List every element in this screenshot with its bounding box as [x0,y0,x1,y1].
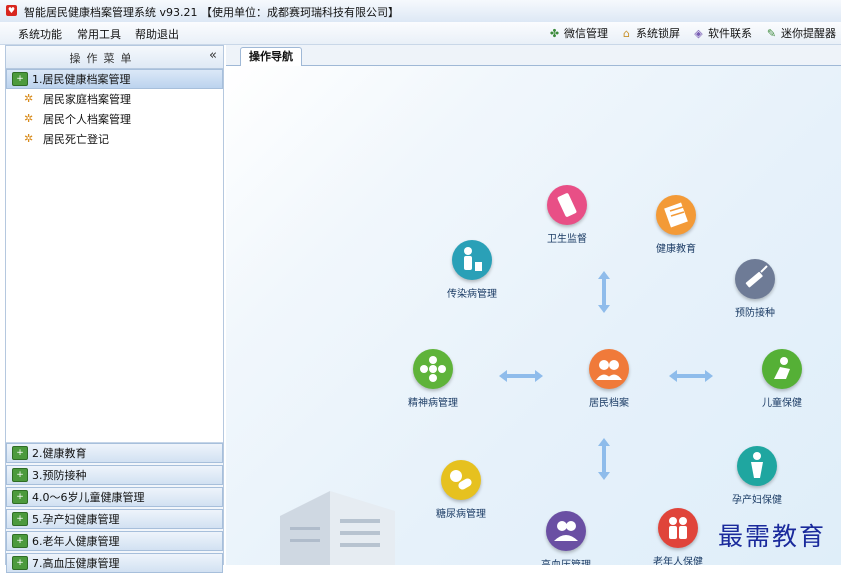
nav-label: 预防接种 [735,308,775,319]
system-lock-label: 系统锁屏 [636,27,680,40]
wechat-manage-label: 微信管理 [564,27,608,40]
up-down-arrow-icon [598,438,610,480]
phone-icon [547,185,587,225]
notebook-icon [656,195,696,235]
section-elderly-health[interactable]: + 6.老年人健康管理 [6,531,223,551]
nav-child-care[interactable]: 儿童保健 [732,349,832,409]
nav-diabetes[interactable]: 糖尿病管理 [411,460,511,520]
panel-title: 操作菜单 [69,52,138,65]
section-label: 6.老年人健康管理 [32,535,120,548]
section-health-education[interactable]: + 2.健康教育 [6,443,223,463]
gear-key-icon: ✲ [24,92,34,105]
nav-label: 卫生监督 [547,234,587,245]
section-label: 7.高血压健康管理 [32,557,120,570]
syringe-icon [735,259,775,299]
pill-icon [441,460,481,500]
sidebar-item-label: 居民个人档案管理 [43,113,131,126]
nav-label: 高血压管理 [516,556,616,565]
section-label: 3.预防接种 [32,469,87,482]
nav-label: 儿童保健 [762,398,802,409]
nav-mental-illness[interactable]: 精神病管理 [383,349,483,409]
nav-label: 健康教育 [656,244,696,255]
sidebar-item-label: 居民死亡登记 [43,133,109,146]
section-maternal-health[interactable]: + 5.孕产妇健康管理 [6,509,223,529]
section-folder-icon: + [12,468,28,482]
sidebar-item-death-registration[interactable]: ✲ 居民死亡登记 [6,129,223,149]
menu-common-tools[interactable]: 常用工具 [77,26,121,42]
software-contact-label: 软件联系 [708,27,752,40]
sidebar-item-family-records[interactable]: ✲ 居民家庭档案管理 [6,89,223,109]
wechat-manage-button[interactable]: ✤ 微信管理 [548,25,608,41]
people-icon [589,349,629,389]
nav-health-supervision[interactable]: 卫生监督 [517,185,617,245]
nav-maternal-care[interactable]: 孕产妇保健 [707,446,807,506]
nav-hypertension[interactable]: 高血压管理 [516,511,616,565]
collapsed-sections: + 2.健康教育 + 3.预防接种 + 4.0～6岁儿童健康管理 + 5.孕产妇… [6,443,223,575]
nav-label: 孕产妇保健 [732,495,782,506]
sidebar-item-personal-records[interactable]: ✲ 居民个人档案管理 [6,109,223,129]
window-title: 智能居民健康档案管理系统 v93.21 【使用单位：成都赛珂瑞科技有限公司】 [24,6,399,19]
up-down-arrow-icon [598,271,610,313]
gear-key-icon: ✲ [24,112,34,125]
nav-label: 居民档案 [589,398,629,409]
section-resident-health-records[interactable]: + 1.居民健康档案管理 [6,69,223,89]
section-hypertension[interactable]: + 7.高血压健康管理 [6,553,223,573]
nav-vaccination[interactable]: 预防接种 [705,259,805,319]
gear-key-icon: ✲ [24,132,34,145]
section-label: 5.孕产妇健康管理 [32,513,120,526]
software-contact-button[interactable]: ◈ 软件联系 [692,25,752,41]
nav-resident-records[interactable]: 居民档案 [559,349,659,409]
section-label: 1.居民健康档案管理 [32,73,131,86]
section-folder-icon: + [12,72,28,86]
nav-label: 传染病管理 [447,289,497,300]
tab-strip: 操作导航 [226,45,841,66]
panel-header: 操作菜单 « [6,46,223,69]
section-folder-icon: + [12,556,28,570]
section-label: 2.健康教育 [32,447,87,460]
nav-label: 精神病管理 [408,398,458,409]
left-right-arrow-icon [499,370,543,382]
nav-health-education[interactable]: 健康教育 [626,195,726,255]
app-icon: ♥ [6,5,17,16]
navigation-canvas: 居民档案 卫生监督 健康教育 传染病管理 预防接种 精神病管理 儿童保健 糖尿病… [226,66,841,565]
nav-infectious-disease[interactable]: 传染病管理 [422,240,522,300]
mother-icon [737,446,777,486]
section-items: ✲ 居民家庭档案管理 ✲ 居民个人档案管理 ✲ 居民死亡登记 [6,89,223,443]
mini-reminder-button[interactable]: ✎ 迷你提醒器 [765,25,836,41]
person-bin-icon [452,240,492,280]
sidebar-item-label: 居民家庭档案管理 [43,93,131,106]
lock-home-icon: ⌂ [623,26,630,40]
system-lock-button[interactable]: ⌂ 系统锁屏 [620,25,680,41]
watermark-logo: 最需教育 [718,522,827,551]
flower-icon [413,349,453,389]
section-child-health[interactable]: + 4.0～6岁儿童健康管理 [6,487,223,507]
section-label: 4.0～6岁儿童健康管理 [32,491,145,504]
hospital-building-illustration [280,491,395,565]
group-icon [546,511,586,551]
section-folder-icon: + [12,446,28,460]
wechat-icon: ✤ [549,26,560,40]
left-right-arrow-icon [669,370,713,382]
title-bar: ♥ 智能居民健康档案管理系统 v93.21 【使用单位：成都赛珂瑞科技有限公司】 [0,0,841,23]
menu-help-exit[interactable]: 帮助退出 [135,26,179,42]
collapse-panel-icon[interactable]: « [209,48,217,63]
section-folder-icon: + [12,490,28,504]
operation-menu-panel: 操作菜单 « + 1.居民健康档案管理 ✲ 居民家庭档案管理 ✲ 居民个人档案管… [5,45,224,573]
section-vaccination[interactable]: + 3.预防接种 [6,465,223,485]
nav-label: 糖尿病管理 [436,509,486,520]
child-icon [762,349,802,389]
tab-operation-navigation[interactable]: 操作导航 [240,47,302,66]
diamond-contact-icon: ◈ [694,26,703,40]
menu-system-functions[interactable]: 系统功能 [18,26,62,42]
section-folder-icon: + [12,534,28,548]
mini-reminder-label: 迷你提醒器 [781,27,836,40]
couple-icon [658,508,698,548]
nav-label: 老年人保健 [653,557,703,565]
section-folder-icon: + [12,512,28,526]
reminder-icon: ✎ [766,26,777,40]
nav-elderly-care[interactable]: 老年人保健 [628,508,728,565]
menu-bar: 系统功能 常用工具 帮助退出 ✤ 微信管理 ⌂ 系统锁屏 ◈ 软件联系 ✎ 迷你… [0,22,841,45]
